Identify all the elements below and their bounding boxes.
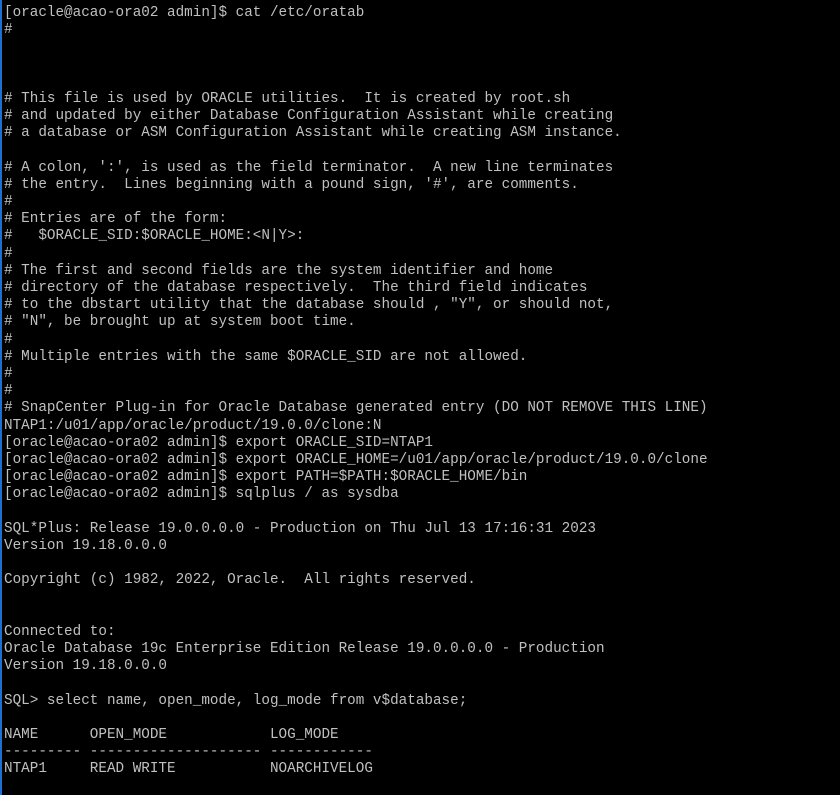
terminal-line: [oracle@acao-ora02 admin]$ export ORACLE…	[4, 434, 433, 451]
terminal-line: NTAP1 READ WRITE NOARCHIVELOG	[4, 761, 373, 778]
terminal-line: # and updated by either Database Configu…	[4, 108, 614, 125]
terminal-line: # This file is used by ORACLE utilities.…	[4, 90, 571, 107]
terminal-line: Copyright (c) 1982, 2022, Oracle. All ri…	[4, 572, 476, 589]
terminal-line: #	[4, 22, 13, 39]
terminal-line: Version 19.18.0.0.0	[4, 658, 168, 675]
terminal-line: [oracle@acao-ora02 admin]$ cat /etc/orat…	[4, 5, 365, 21]
terminal-line: [oracle@acao-ora02 admin]$ export PATH=$…	[4, 469, 528, 486]
terminal-line: SQL*Plus: Release 19.0.0.0.0 - Productio…	[4, 520, 596, 537]
terminal-line: # the entry. Lines beginning with a poun…	[4, 176, 579, 193]
window-edge	[0, 0, 2, 795]
terminal-line: NAME OPEN_MODE LOG_MODE	[4, 726, 339, 743]
terminal-output[interactable]: [oracle@acao-ora02 admin]$ cat /etc/orat…	[4, 5, 840, 795]
terminal-line: # The first and second fields are the sy…	[4, 262, 554, 279]
terminal-line: # to the dbstart utility that the databa…	[4, 297, 614, 314]
terminal-line: # "N", be brought up at system boot time…	[4, 314, 356, 331]
terminal-line: --------- -------------------- ---------…	[4, 744, 373, 761]
terminal-line: # $ORACLE_SID:$ORACLE_HOME:<N|Y>:	[4, 228, 305, 245]
terminal-line: # Multiple entries with the same $ORACLE…	[4, 348, 528, 365]
terminal-line: #	[4, 245, 13, 262]
terminal-line: SQL> select name, open_mode, log_mode fr…	[4, 692, 468, 709]
terminal-line: # SnapCenter Plug-in for Oracle Database…	[4, 400, 708, 417]
terminal-line: # A colon, ':', is used as the field ter…	[4, 159, 614, 176]
terminal-line: #	[4, 194, 13, 211]
terminal-line: Version 19.18.0.0.0	[4, 537, 168, 554]
terminal-line: NTAP1:/u01/app/oracle/product/19.0.0/clo…	[4, 417, 382, 434]
terminal-line: # a database or ASM Configuration Assist…	[4, 125, 622, 142]
terminal-line: Connected to:	[4, 623, 116, 640]
terminal-line: Oracle Database 19c Enterprise Edition R…	[4, 640, 605, 657]
terminal-line: #	[4, 331, 13, 348]
terminal-line: # Entries are of the form:	[4, 211, 228, 228]
terminal-line: [oracle@acao-ora02 admin]$ export ORACLE…	[4, 451, 708, 468]
terminal-line: #	[4, 365, 13, 382]
terminal-line: [oracle@acao-ora02 admin]$ sqlplus / as …	[4, 486, 399, 503]
terminal-line: #	[4, 383, 13, 400]
terminal-line: # directory of the database respectively…	[4, 280, 588, 296]
